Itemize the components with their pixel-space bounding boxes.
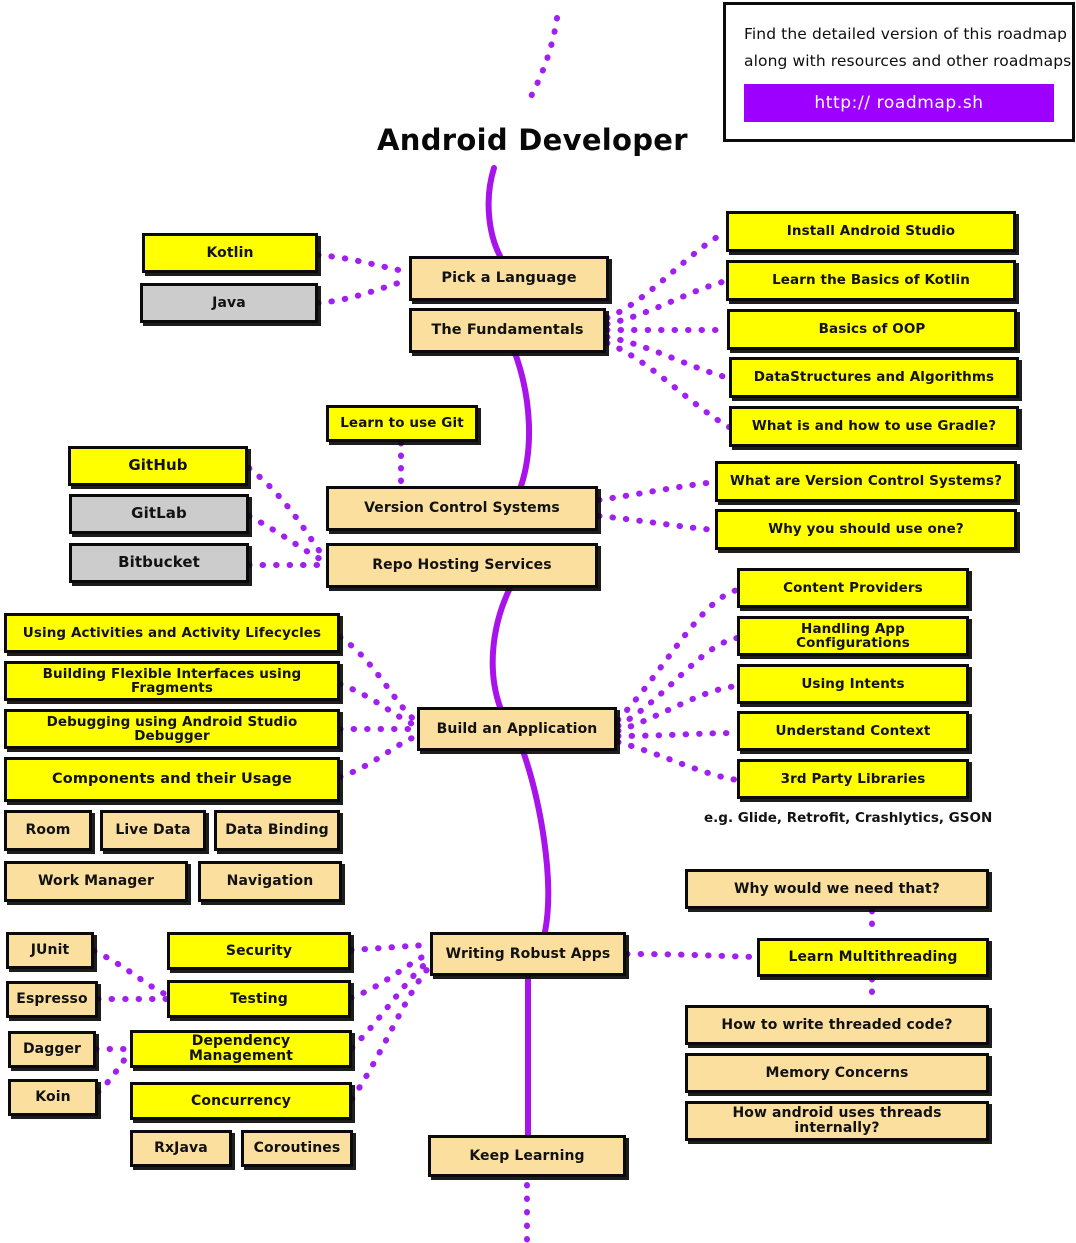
- node-espresso[interactable]: Espresso: [6, 981, 98, 1018]
- node-why-would-we-need-that[interactable]: Why would we need that?: [685, 869, 989, 909]
- node-how-to-write-threaded-code[interactable]: How to write threaded code?: [685, 1005, 989, 1045]
- node-concurrency[interactable]: Concurrency: [130, 1082, 352, 1120]
- node-repo-hosting-services[interactable]: Repo Hosting Services: [326, 543, 598, 588]
- node-security[interactable]: Security: [167, 932, 351, 970]
- node-koin[interactable]: Koin: [8, 1079, 98, 1116]
- promo-card: Find the detailed version of this roadma…: [723, 2, 1075, 142]
- spine-build-to-robust: [520, 748, 552, 935]
- node-navigation[interactable]: Navigation: [198, 861, 342, 902]
- spine-repo-to-build: [489, 585, 513, 710]
- node-work-manager[interactable]: Work Manager: [4, 861, 188, 902]
- node-what-are-version-control-systems[interactable]: What are Version Control Systems?: [715, 461, 1017, 502]
- node-building-flexible-interfaces[interactable]: Building Flexible Interfaces using Fragm…: [4, 661, 340, 701]
- node-using-intents[interactable]: Using Intents: [737, 664, 969, 704]
- roadmap-url-button[interactable]: http:// roadmap.sh: [744, 84, 1054, 123]
- node-junit[interactable]: JUnit: [6, 932, 94, 969]
- node-components-and-their-usage[interactable]: Components and their Usage: [4, 757, 340, 802]
- promo-line-1: Find the detailed version of this roadma…: [744, 25, 1068, 43]
- node-version-control-systems[interactable]: Version Control Systems: [326, 486, 598, 531]
- node-bitbucket[interactable]: Bitbucket: [69, 543, 249, 583]
- node-dependency-management[interactable]: Dependency Management: [130, 1030, 352, 1068]
- wire-top-entry: [524, 15, 560, 107]
- node-gitlab[interactable]: GitLab: [69, 494, 249, 534]
- node-debugging-android-studio[interactable]: Debugging using Android Studio Debugger: [4, 709, 340, 749]
- node-the-fundamentals[interactable]: The Fundamentals: [409, 308, 606, 353]
- node-learn-multithreading[interactable]: Learn Multithreading: [757, 938, 989, 977]
- node-dagger[interactable]: Dagger: [8, 1031, 96, 1068]
- roadmap-canvas: Android Developer Find the detailed vers…: [0, 0, 1076, 1243]
- node-pick-a-language[interactable]: Pick a Language: [409, 256, 609, 301]
- node-testing[interactable]: Testing: [167, 980, 351, 1018]
- node-handling-app-configurations[interactable]: Handling App Configurations: [737, 616, 969, 656]
- node-data-binding[interactable]: Data Binding: [214, 810, 340, 851]
- node-memory-concerns[interactable]: Memory Concerns: [685, 1053, 989, 1093]
- promo-line-2: along with resources and other roadmaps: [744, 52, 1072, 71]
- node-content-providers[interactable]: Content Providers: [737, 568, 969, 608]
- node-coroutines[interactable]: Coroutines: [241, 1130, 353, 1167]
- node-github[interactable]: GitHub: [68, 446, 248, 486]
- node-datastructures-algorithms[interactable]: DataStructures and Algorithms: [729, 357, 1019, 398]
- spine-fundamentals-to-vcs: [512, 350, 533, 489]
- node-live-data[interactable]: Live Data: [100, 810, 206, 851]
- node-gradle[interactable]: What is and how to use Gradle?: [729, 406, 1019, 447]
- node-why-you-should-use-one[interactable]: Why you should use one?: [715, 509, 1017, 550]
- node-understand-context[interactable]: Understand Context: [737, 711, 969, 751]
- node-basics-of-oop[interactable]: Basics of OOP: [727, 309, 1017, 350]
- node-kotlin[interactable]: Kotlin: [142, 233, 318, 273]
- node-rxjava[interactable]: RxJava: [130, 1130, 232, 1167]
- node-learn-to-use-git[interactable]: Learn to use Git: [326, 405, 478, 442]
- node-install-android-studio[interactable]: Install Android Studio: [726, 211, 1016, 252]
- page-title: Android Developer: [377, 123, 688, 157]
- node-3rd-party-libraries[interactable]: 3rd Party Libraries: [737, 759, 969, 799]
- node-using-activities-lifecycles[interactable]: Using Activities and Activity Lifecycles: [4, 613, 340, 653]
- node-learn-basics-kotlin[interactable]: Learn the Basics of Kotlin: [726, 260, 1016, 301]
- node-keep-learning[interactable]: Keep Learning: [428, 1135, 626, 1177]
- node-writing-robust-apps[interactable]: Writing Robust Apps: [430, 932, 626, 976]
- node-build-an-application[interactable]: Build an Application: [417, 707, 617, 751]
- spine-top: [485, 165, 503, 259]
- node-how-android-uses-threads[interactable]: How android uses threads internally?: [685, 1101, 989, 1141]
- node-room[interactable]: Room: [4, 810, 92, 851]
- third-party-examples-note: e.g. Glide, Retrofit, Crashlytics, GSON: [704, 810, 993, 826]
- node-java[interactable]: Java: [140, 283, 318, 323]
